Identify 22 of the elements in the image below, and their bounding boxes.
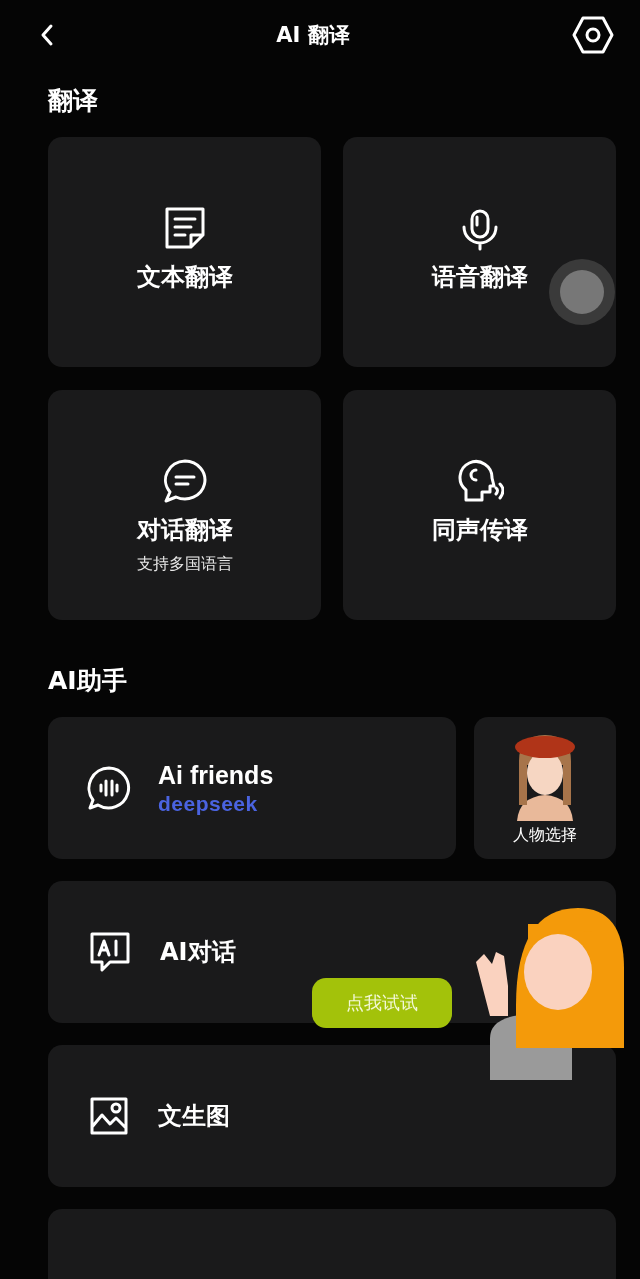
voice-chat-icon <box>86 765 132 811</box>
chat-bubble-icon <box>161 458 208 504</box>
ai-friends-card[interactable]: Ai friends deepseek <box>48 717 456 859</box>
character-select-card[interactable]: 人物选择 <box>474 717 616 859</box>
feature-card[interactable]: 文生图 <box>48 1045 616 1187</box>
translation-tile[interactable]: 文本翻译 <box>48 137 321 367</box>
image-icon <box>88 1095 130 1137</box>
card-label: 人物选择 <box>513 825 577 846</box>
ai-chat-icon <box>88 930 132 974</box>
translation-tile[interactable]: 语音翻译 <box>343 137 616 367</box>
page-title: AI 翻译 <box>276 22 350 49</box>
speaking-head-icon <box>455 458 504 504</box>
card-title: Ai friends <box>158 760 274 790</box>
back-button[interactable] <box>40 23 54 47</box>
translation-tile[interactable]: 对话翻译 支持多国语言 <box>48 390 321 620</box>
brand-name: deepseek <box>158 791 259 816</box>
translation-tile[interactable]: 同声传译 <box>343 390 616 620</box>
section-title: AI助手 <box>47 665 128 697</box>
settings-button[interactable] <box>572 15 614 55</box>
card-title: 文生图 <box>158 1101 230 1132</box>
card-title: AI对话 <box>160 937 236 968</box>
section-title: 翻译 <box>47 85 99 117</box>
